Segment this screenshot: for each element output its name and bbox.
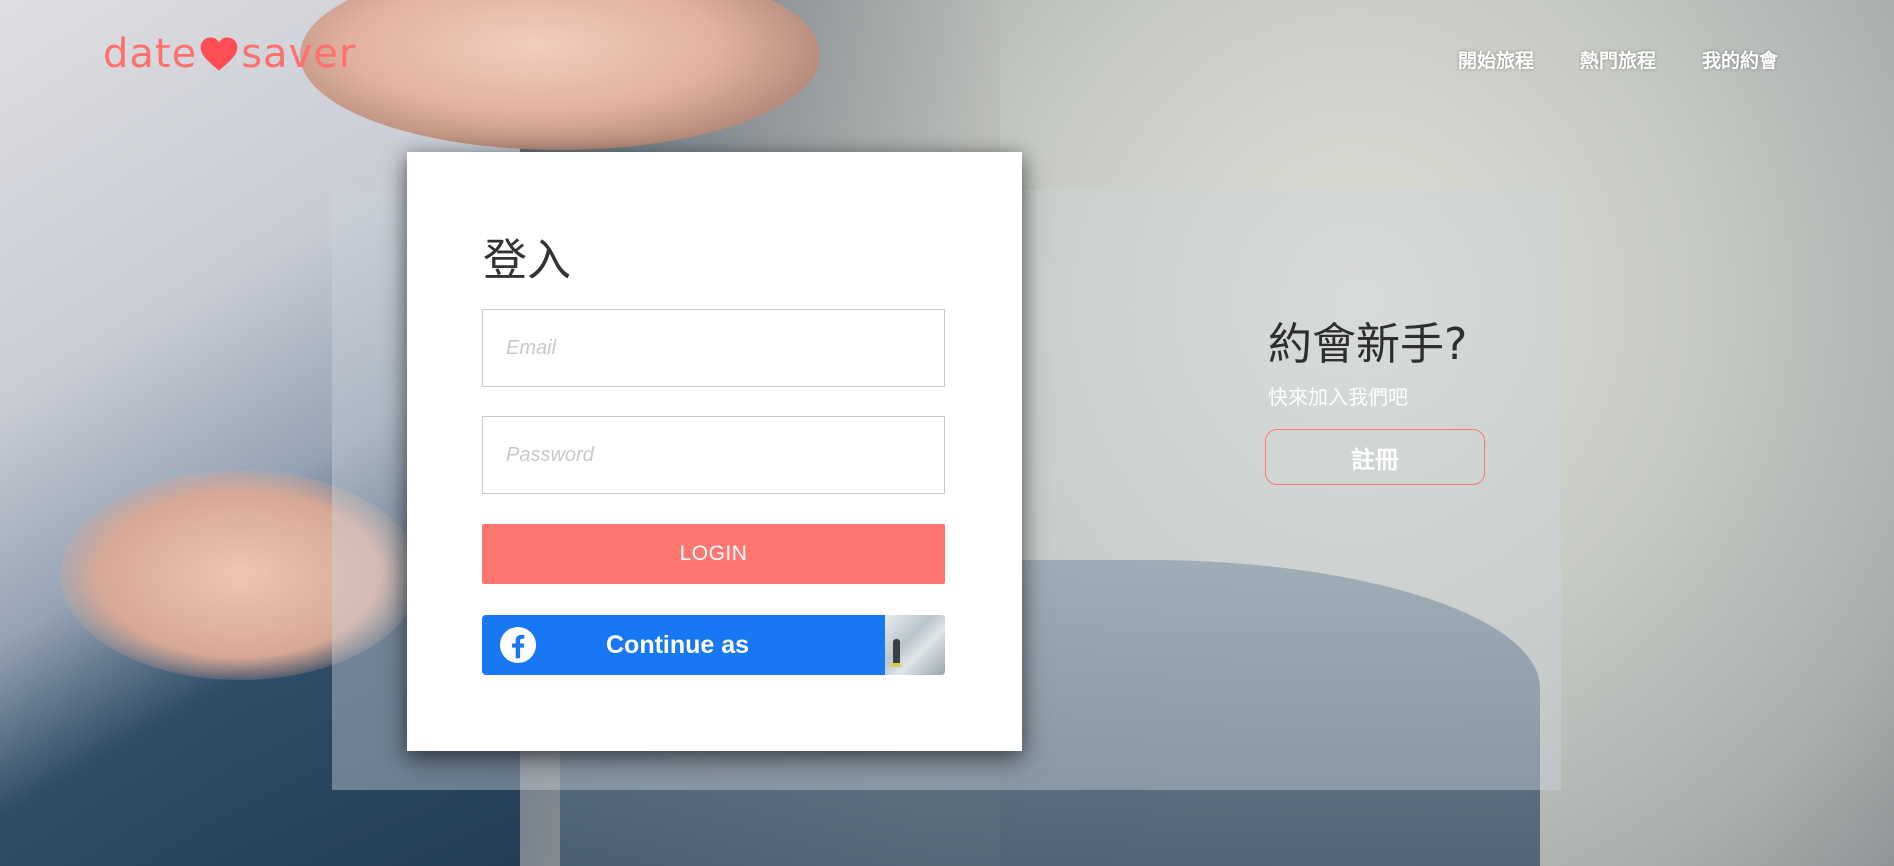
facebook-continue-button[interactable]: Continue as	[482, 615, 945, 675]
site-logo[interactable]: date saver	[103, 34, 356, 74]
avatar-person-figure	[893, 639, 900, 665]
top-nav: 開始旅程 熱門旅程 我的約會	[1458, 46, 1778, 73]
signup-button[interactable]: 註冊	[1265, 429, 1485, 485]
signup-subtitle: 快來加入我們吧	[1268, 385, 1408, 409]
heart-icon	[200, 37, 238, 71]
nav-my-dates[interactable]: 我的約會	[1702, 46, 1778, 73]
logo-text-left: date	[103, 31, 198, 77]
facebook-button-label: Continue as	[606, 630, 750, 659]
logo-text-right: saver	[241, 31, 357, 77]
facebook-icon	[499, 626, 537, 664]
login-button[interactable]: LOGIN	[482, 524, 945, 584]
facebook-avatar	[885, 615, 945, 675]
login-card: 登入 LOGIN Continue as	[407, 152, 1022, 751]
signup-title: 約會新手?	[1268, 319, 1468, 370]
avatar-person-shoe	[891, 663, 901, 667]
nav-start-journey[interactable]: 開始旅程	[1458, 46, 1534, 73]
email-input[interactable]	[482, 309, 945, 387]
nav-popular-journey[interactable]: 熱門旅程	[1580, 46, 1656, 73]
login-title: 登入	[483, 235, 571, 286]
password-input[interactable]	[482, 416, 945, 494]
